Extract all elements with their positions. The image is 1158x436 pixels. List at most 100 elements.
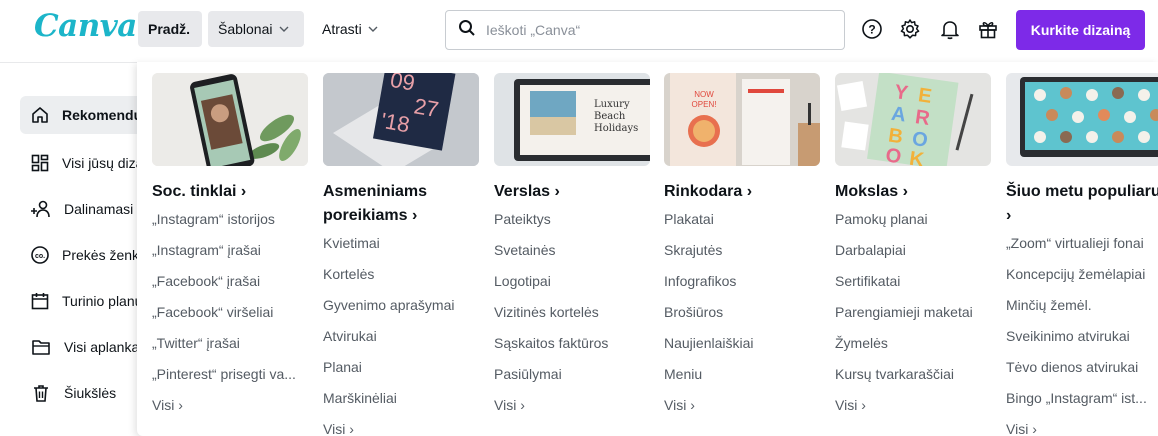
menu-column-title[interactable]: Šiuo metu populiaru › — [1006, 180, 1158, 228]
see-all-link[interactable]: Visi › — [152, 390, 308, 421]
trash-icon — [30, 382, 52, 404]
trending-thumbnail[interactable] — [1006, 73, 1158, 166]
see-all-link[interactable]: Visi › — [1006, 414, 1158, 436]
see-all-link[interactable]: Visi › — [323, 414, 479, 436]
menu-link[interactable]: Naujienlaiškiai — [664, 328, 820, 359]
see-all-link[interactable]: Visi › — [664, 390, 820, 421]
nav-templates[interactable]: Šablonai — [208, 11, 304, 47]
sidebar-item-folders[interactable]: Visi aplankai — [20, 328, 150, 366]
menu-link[interactable]: Gyvenimo aprašymai — [323, 290, 479, 321]
help-icon[interactable]: ? — [860, 17, 884, 41]
menu-column-education: Y E A R B O O K Mokslas › Pamokų planai … — [835, 73, 991, 421]
canva-logo[interactable]: Canva — [34, 8, 137, 44]
sidebar-item-label: Šiukšlės — [64, 385, 117, 401]
chevron-down-icon — [279, 26, 289, 32]
templates-dropdown: Soc. tinklai › „Instagram“ istorijos „In… — [137, 62, 1158, 436]
nav-discover[interactable]: Atrasti — [312, 11, 394, 47]
menu-column-title[interactable]: Verslas › — [494, 180, 654, 204]
menu-link[interactable]: Marškinėliai — [323, 383, 479, 414]
thumb-text: K — [908, 148, 926, 166]
sidebar: Rekomenduojama Visi jūsų dizainai Dalina… — [0, 62, 201, 436]
menu-column-title[interactable]: Asmeniniams poreikiams › — [323, 180, 483, 228]
search-bar[interactable] — [445, 10, 845, 50]
grid-icon — [30, 152, 50, 174]
menu-link[interactable]: Koncepcijų žemėlapiai — [1006, 259, 1158, 290]
nav-templates-label: Šablonai — [218, 21, 273, 37]
thumb-text: O — [884, 144, 902, 166]
sidebar-item-label: Visi aplankai — [64, 339, 143, 355]
see-all-link[interactable]: Visi › — [494, 390, 650, 421]
thumb-text: 27 — [412, 93, 440, 122]
menu-link[interactable]: Kursų tvarkaraščiai — [835, 359, 991, 390]
menu-link[interactable]: Sveikinimo atvirukai — [1006, 321, 1158, 352]
bell-icon[interactable] — [938, 17, 962, 41]
folder-icon — [30, 336, 52, 358]
gift-icon[interactable] — [976, 17, 1000, 41]
brand-icon: co. — [30, 244, 50, 266]
menu-link[interactable]: „Instagram“ istorijos — [152, 204, 308, 235]
menu-link[interactable]: Meniu — [664, 359, 820, 390]
menu-column-personal: 09 27 '18 Asmeniniams poreikiams › Kviet… — [323, 73, 479, 436]
nav-home[interactable]: Pradž. — [138, 11, 202, 47]
menu-column-trending: Šiuo metu populiaru › „Zoom“ virtualieji… — [1006, 73, 1158, 436]
sidebar-item-trash[interactable]: Šiukšlės — [20, 374, 150, 412]
menu-link[interactable]: Kvietimai — [323, 228, 479, 259]
search-input[interactable] — [484, 21, 828, 39]
menu-link[interactable]: Parengiamieji maketai — [835, 297, 991, 328]
settings-icon[interactable] — [898, 17, 922, 41]
menu-link[interactable]: Pasiūlymai — [494, 359, 650, 390]
create-design-button[interactable]: Kurkite dizainą — [1016, 10, 1145, 50]
menu-link[interactable]: Infografikos — [664, 266, 820, 297]
marketing-thumbnail[interactable]: NOW OPEN! — [664, 73, 820, 166]
menu-column-title[interactable]: Mokslas › — [835, 180, 995, 204]
menu-link[interactable]: „Instagram“ įrašai — [152, 235, 308, 266]
svg-text:co.: co. — [35, 253, 45, 260]
thumb-text: NOW — [694, 90, 714, 99]
sidebar-item-shared[interactable]: Dalinamasi su jumis — [20, 190, 188, 228]
menu-link[interactable]: Plakatai — [664, 204, 820, 235]
home-icon — [30, 104, 50, 126]
business-thumbnail[interactable]: Luxury Beach Holidays — [494, 73, 650, 166]
menu-link[interactable]: Kortelės — [323, 259, 479, 290]
see-all-link[interactable]: Visi › — [835, 390, 991, 421]
menu-link[interactable]: „Facebook“ viršeliai — [152, 297, 308, 328]
menu-link[interactable]: Pamokų planai — [835, 204, 991, 235]
svg-text:?: ? — [868, 23, 875, 37]
thumb-text: OPEN! — [692, 100, 717, 109]
menu-link[interactable]: Bingo „Instagram“ ist... — [1006, 383, 1158, 414]
menu-link[interactable]: „Pinterest“ prisegti va... — [152, 359, 308, 390]
menu-link[interactable]: Planai — [323, 352, 479, 383]
menu-link[interactable]: „Facebook“ įrašai — [152, 266, 308, 297]
menu-link[interactable]: Svetainės — [494, 235, 650, 266]
sidebar-item-planner[interactable]: Turinio planuoklis — [20, 282, 170, 320]
menu-link[interactable]: Sąskaitos faktūros — [494, 328, 650, 359]
calendar-icon — [30, 290, 50, 312]
menu-link[interactable]: Minčių žemėl. — [1006, 290, 1158, 321]
sidebar-item-recommended[interactable]: Rekomenduojama — [20, 96, 183, 134]
menu-link[interactable]: Sertifikatai — [835, 266, 991, 297]
menu-link[interactable]: Atvirukai — [323, 321, 479, 352]
menu-link[interactable]: „Zoom“ virtualieji fonai — [1006, 228, 1158, 259]
menu-link[interactable]: Tėvo dienos atvirukai — [1006, 352, 1158, 383]
menu-link[interactable]: Pateiktys — [494, 204, 650, 235]
education-thumbnail[interactable]: Y E A R B O O K — [835, 73, 991, 166]
people-icon — [30, 198, 52, 220]
menu-link[interactable]: „Twitter“ įrašai — [152, 328, 308, 359]
menu-link[interactable]: Darbalapiai — [835, 235, 991, 266]
personal-thumbnail[interactable]: 09 27 '18 — [323, 73, 479, 166]
menu-link[interactable]: Skrajutės — [664, 235, 820, 266]
menu-column-title[interactable]: Rinkodara › — [664, 180, 824, 204]
top-bar: Canva Pradž. Šablonai Atrasti ? Kurkite … — [0, 0, 1158, 63]
sidebar-item-brand-kit[interactable]: co. Prekės ženklo rinkinys — [20, 236, 201, 274]
menu-link[interactable]: Vizitinės kortelės — [494, 297, 650, 328]
thumb-text: Beach — [594, 111, 626, 122]
menu-link[interactable]: Žymelės — [835, 328, 991, 359]
menu-column-title[interactable]: Soc. tinklai › — [152, 180, 312, 204]
search-icon — [458, 19, 476, 42]
social-media-thumbnail[interactable] — [152, 73, 308, 166]
sidebar-item-all-designs[interactable]: Visi jūsų dizainai — [20, 144, 165, 182]
menu-link[interactable]: Logotipai — [494, 266, 650, 297]
menu-column-marketing: NOW OPEN! Rinkodara › Plakatai Skrajutės… — [664, 73, 820, 421]
thumb-text: Holidays — [594, 123, 638, 134]
menu-link[interactable]: Brošiūros — [664, 297, 820, 328]
